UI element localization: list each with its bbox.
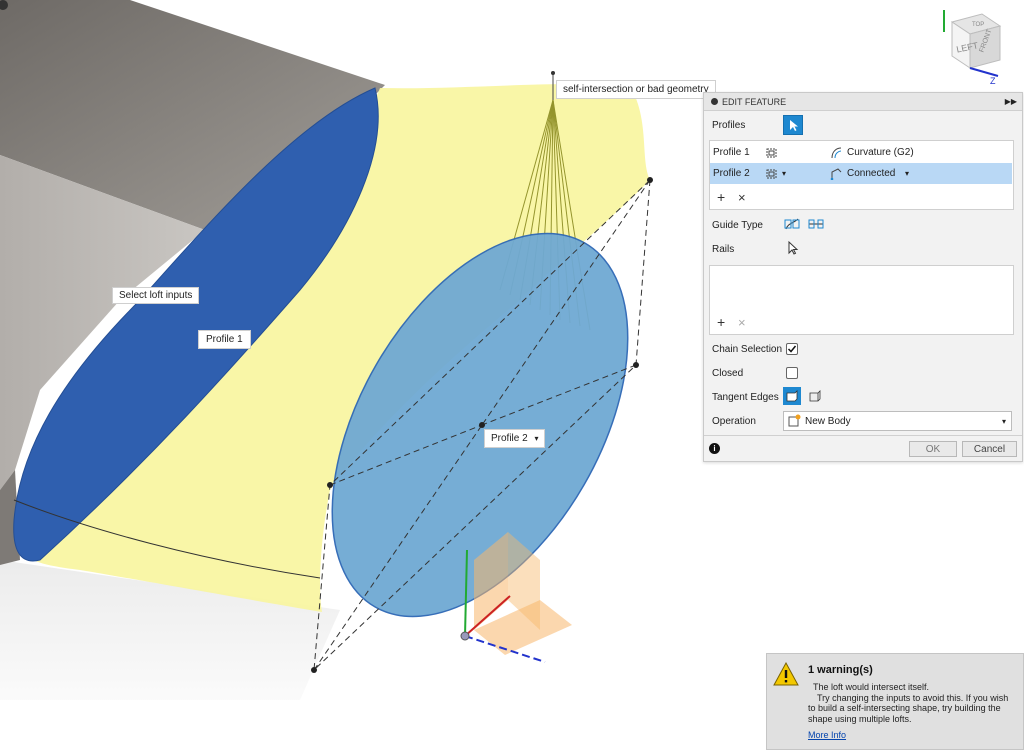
callout-profile-2[interactable]: Profile 2 ▾ [484, 429, 546, 448]
add-profile-button[interactable]: + [717, 189, 725, 205]
warning-title: 1 warning(s) [808, 664, 873, 676]
callout-select-loft-inputs: Select loft inputs [112, 287, 200, 304]
profiles-list: Profile 1 Curvature (G2) Profile 2 ▾ Con… [709, 140, 1014, 210]
chain-selection-label: Chain Selection [712, 344, 783, 355]
profile-condition: Connected [847, 168, 896, 179]
profile-condition: Curvature (G2) [847, 147, 914, 158]
callout-profile-2-label: Profile 2 [491, 433, 528, 444]
profiles-select-button[interactable] [783, 115, 803, 135]
tangent-edges-merge-button[interactable] [783, 387, 801, 405]
closed-checkbox[interactable] [786, 367, 798, 379]
collapse-icon[interactable] [711, 98, 718, 105]
chevron-down-icon[interactable]: ▾ [782, 169, 786, 178]
add-rail-button[interactable]: + [717, 314, 725, 330]
more-info-link[interactable]: More Info [808, 730, 846, 740]
viewcube-top-label: TOP [972, 22, 984, 28]
callout-profile-1[interactable]: Profile 1 [198, 330, 251, 349]
connected-icon [830, 167, 842, 180]
panel-divider [704, 435, 1022, 436]
cancel-button[interactable]: Cancel [962, 441, 1017, 457]
chevron-down-icon[interactable]: ▾ [534, 434, 538, 443]
info-icon[interactable]: i [709, 443, 720, 454]
remove-profile-button[interactable]: × [738, 190, 746, 205]
edit-feature-panel: EDIT FEATURE ▶▶ Profiles Profile 1 Curva… [703, 92, 1023, 462]
guide-rails-icon[interactable] [784, 217, 800, 231]
warning-triangle-icon [773, 662, 799, 686]
remove-rail-button[interactable]: × [738, 315, 746, 330]
warning-message: The loft would intersect itself. Try cha… [808, 682, 1015, 724]
cursor-arrow-icon[interactable] [786, 240, 800, 256]
viewcube[interactable]: LEFT FRONT TOP Z [940, 8, 1010, 86]
chevron-down-icon[interactable]: ▾ [905, 169, 909, 178]
curvature-icon [831, 147, 842, 158]
tangent-merge-icon [786, 390, 798, 402]
axis-z-label: Z [990, 76, 996, 86]
new-body-icon [788, 414, 801, 427]
warning-line-2: Try changing the inputs to avoid this. I… [808, 692, 1009, 724]
panel-header[interactable]: EDIT FEATURE ▶▶ [704, 93, 1022, 111]
chevron-down-icon[interactable]: ▾ [1002, 417, 1006, 426]
operation-label: Operation [712, 416, 756, 427]
panel-title: EDIT FEATURE [722, 96, 787, 107]
chain-selection-checkbox[interactable] [786, 343, 798, 355]
guide-centerline-icon[interactable] [808, 217, 824, 231]
warning-panel: 1 warning(s) The loft would intersect it… [766, 653, 1024, 750]
closed-label: Closed [712, 368, 744, 379]
operation-value: New Body [805, 415, 851, 427]
rails-label: Rails [712, 244, 735, 255]
profile-name: Profile 1 [713, 147, 750, 158]
tangent-edges-label: Tangent Edges [712, 392, 779, 403]
callout-self-intersection: self-intersection or bad geometry [556, 80, 716, 99]
ok-button[interactable]: OK [909, 441, 957, 457]
forward-arrows-icon[interactable]: ▶▶ [1005, 97, 1017, 106]
profiles-label: Profiles [712, 120, 746, 131]
profile-row-1[interactable]: Profile 1 Curvature (G2) [710, 142, 1012, 163]
tangent-keep-icon[interactable] [807, 388, 823, 404]
rails-list: + × [709, 265, 1014, 335]
checkmark-icon [787, 345, 797, 353]
profile-shape-icon [766, 148, 777, 157]
profile-row-2[interactable]: Profile 2 ▾ Connected ▾ [710, 163, 1012, 184]
guide-type-label: Guide Type [712, 220, 763, 231]
profile-name: Profile 2 [713, 168, 750, 179]
operation-dropdown[interactable]: New Body ▾ [783, 411, 1012, 431]
profile-shape-icon [766, 169, 777, 178]
warning-line-1: The loft would intersect itself. [813, 682, 930, 692]
cursor-arrow-icon [790, 120, 798, 131]
